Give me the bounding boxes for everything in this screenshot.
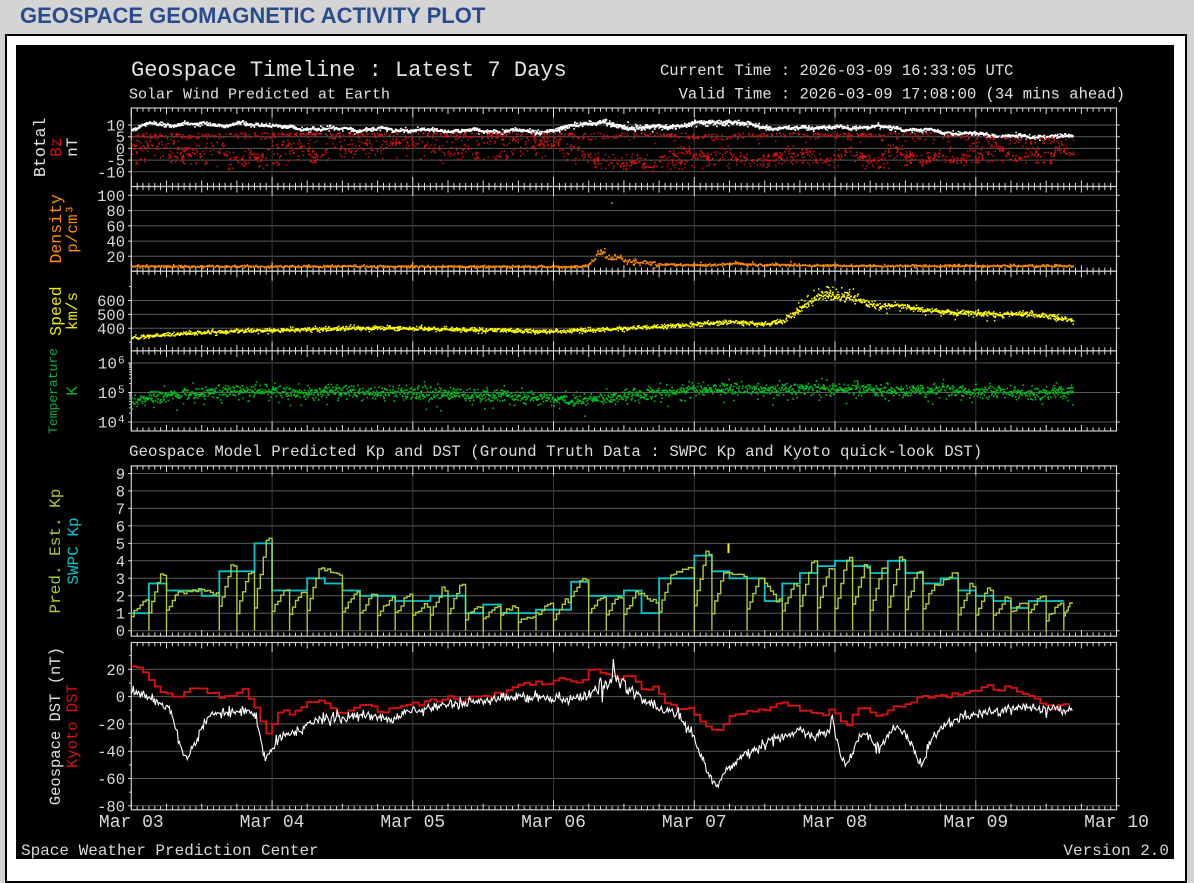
svg-text:K: K: [64, 386, 82, 396]
svg-text:Geospace Model Predicted Kp an: Geospace Model Predicted Kp and DST (Gro…: [129, 443, 982, 461]
svg-text:Kyoto DST: Kyoto DST: [64, 684, 82, 768]
svg-text:Geospace DST (nT): Geospace DST (nT): [47, 647, 65, 805]
svg-text:10: 10: [98, 385, 117, 403]
svg-text:4: 4: [116, 553, 125, 571]
svg-text:Mar 06: Mar 06: [521, 813, 586, 833]
svg-text:Solar Wind Predicted at Earth: Solar Wind Predicted at Earth: [129, 87, 390, 104]
svg-text:Pred. Est. Kp: Pred. Est. Kp: [47, 489, 65, 614]
svg-text:0: 0: [116, 689, 125, 707]
svg-text:Space Weather Prediction Cente: Space Weather Prediction Center: [21, 842, 319, 859]
svg-text:Current Time : 2026-03-09 16:3: Current Time : 2026-03-09 16:33:05 UTC: [660, 62, 1013, 80]
svg-text:20: 20: [106, 662, 125, 680]
svg-text:-60: -60: [97, 771, 125, 789]
svg-text:Mar 05: Mar 05: [380, 813, 445, 833]
svg-text:8: 8: [116, 483, 125, 501]
svg-text:Mar 07: Mar 07: [662, 813, 727, 833]
svg-text:Valid Time : 2026-03-09 17:08:: Valid Time : 2026-03-09 17:08:00 (34 min…: [660, 85, 1125, 103]
svg-text:5: 5: [116, 536, 125, 554]
svg-text:-10: -10: [97, 164, 125, 182]
svg-text:Mar 04: Mar 04: [240, 813, 305, 833]
svg-text:6: 6: [116, 518, 125, 536]
svg-text:1: 1: [116, 606, 125, 624]
svg-text:-20: -20: [97, 716, 125, 734]
svg-text:Version 2.0: Version 2.0: [1063, 842, 1169, 859]
svg-text:Mar 10: Mar 10: [1084, 813, 1149, 833]
svg-text:7: 7: [116, 501, 125, 519]
svg-text:-40: -40: [97, 744, 125, 762]
svg-text:10: 10: [98, 356, 117, 374]
svg-text:Mar 09: Mar 09: [943, 813, 1008, 833]
svg-text:km/s: km/s: [64, 292, 82, 330]
svg-text:9: 9: [116, 466, 125, 484]
svg-text:p/cm³: p/cm³: [64, 205, 82, 253]
svg-text:nT: nT: [64, 138, 82, 157]
svg-text:Mar 03: Mar 03: [99, 813, 164, 833]
svg-text:Mar 08: Mar 08: [803, 813, 868, 833]
svg-text:SWPC Kp: SWPC Kp: [65, 517, 83, 584]
svg-text:3: 3: [116, 571, 125, 589]
svg-text:0: 0: [116, 623, 125, 641]
svg-text:2: 2: [116, 588, 125, 606]
svg-text:20: 20: [106, 249, 125, 267]
svg-text:Geospace Timeline : Latest 7 D: Geospace Timeline : Latest 7 Days: [131, 58, 567, 83]
svg-text:6: 6: [118, 356, 125, 368]
svg-text:10: 10: [98, 415, 117, 433]
svg-text:4: 4: [118, 415, 125, 427]
svg-text:Temperature: Temperature: [46, 348, 61, 434]
svg-text:5: 5: [118, 385, 125, 397]
svg-text:400: 400: [97, 321, 125, 339]
